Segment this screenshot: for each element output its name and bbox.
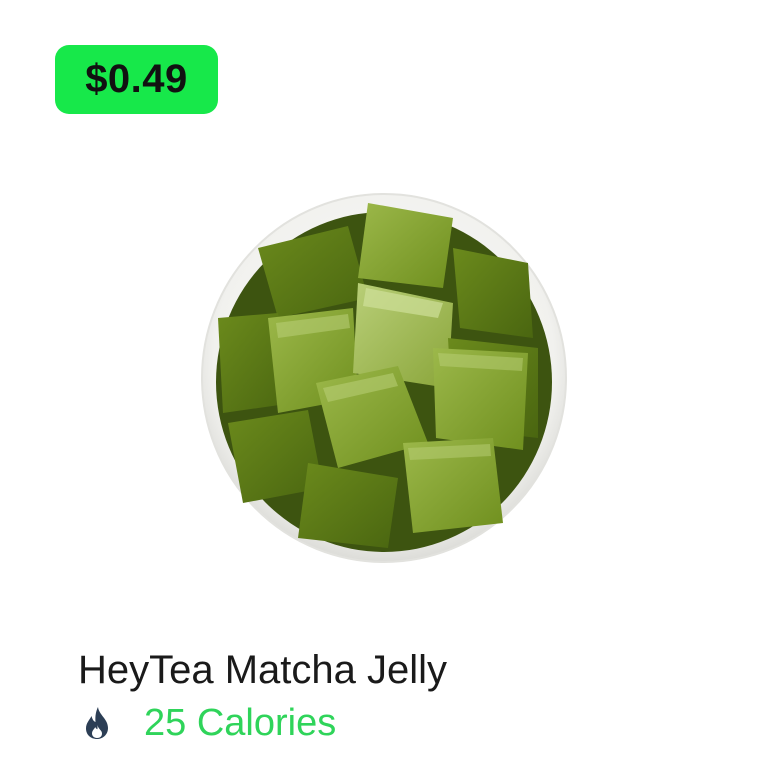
price-badge: $0.49 (55, 45, 218, 114)
price-label: $0.49 (85, 57, 188, 101)
product-name: HeyTea Matcha Jelly (78, 648, 448, 692)
calorie-count: 25 Calories (144, 702, 337, 744)
flame-icon (86, 707, 108, 739)
product-card[interactable]: $0.49 HeyTea Matcha Jelly 25 Calories (0, 0, 768, 768)
calorie-info: 25 Calories (78, 698, 336, 748)
product-image (201, 193, 567, 563)
